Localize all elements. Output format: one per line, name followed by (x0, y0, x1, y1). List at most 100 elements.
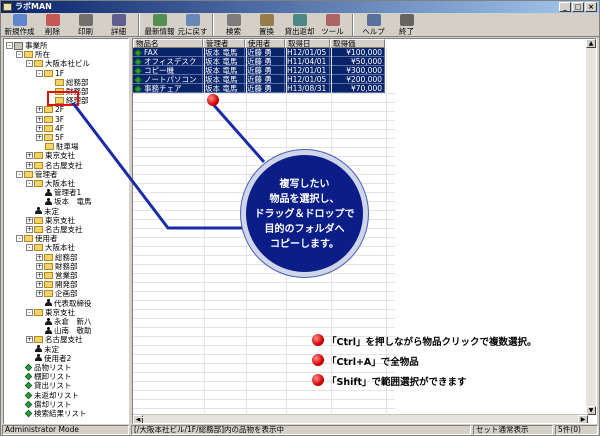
tree-node[interactable]: 代表取締役 (36, 299, 92, 308)
toolbar-button-11[interactable]: 終了 (390, 13, 423, 37)
tree-node[interactable]: 貸出リスト (16, 381, 72, 390)
toolbar-button-1[interactable]: 削除 (36, 13, 69, 37)
tree-node[interactable]: 駐車場 (36, 142, 79, 151)
expand-icon[interactable]: + (36, 115, 43, 123)
expand-icon[interactable]: + (36, 124, 43, 132)
table-row[interactable]: 事務チェア 坂本 竜馬 近藤 勇 H13/08/31 ¥70,000 (133, 84, 385, 93)
tree-node[interactable]: + 名古屋支社 (26, 225, 83, 234)
tree-node[interactable]: 管理者1 (36, 188, 81, 197)
tree-node[interactable]: + 東京支社 (26, 216, 75, 225)
grid-line (133, 156, 395, 157)
toolbar-button-0[interactable]: 新規作成 (3, 13, 36, 37)
table-row[interactable]: オフィスデスク 坂本 竜馬 近藤 勇 H11/04/01 ¥50,000 (133, 57, 385, 66)
table-row[interactable]: ノートパソコン 坂本 竜馬 近藤 勇 H12/01/05 ¥200,000 (133, 75, 385, 84)
status-path: [/大阪本社ビル/1F/総務部]内の品物を表示中 (131, 425, 471, 435)
tree-node[interactable]: 検索結果リスト (16, 409, 87, 418)
expand-icon[interactable]: + (36, 272, 43, 279)
tree-node[interactable]: +5F (36, 133, 64, 142)
tree-node[interactable]: +3F (36, 115, 64, 124)
tree-node[interactable]: 総務部 (46, 78, 89, 87)
tree-node[interactable]: - 所在 (16, 50, 50, 59)
collapse-icon[interactable]: - (6, 42, 13, 49)
collapse-icon[interactable]: - (26, 244, 33, 252)
expand-icon[interactable]: + (36, 290, 43, 298)
grid-line (133, 417, 395, 418)
toolbar-button-label: ツール (321, 27, 344, 36)
tree-node[interactable]: - 事業所 (6, 41, 48, 50)
tree-node[interactable]: +4F (36, 124, 64, 133)
tree-node[interactable]: + 総務部 (36, 253, 78, 262)
item-name: ノートパソコン (144, 75, 197, 84)
tree-node[interactable]: + 財務部 (36, 262, 78, 271)
toolbar-button-5[interactable]: 元に戻す (176, 13, 209, 37)
expand-icon[interactable]: + (26, 216, 33, 224)
tree-node[interactable]: + 名古屋支社 (26, 161, 83, 170)
table-row[interactable]: FAX 坂本 竜馬 近藤 勇 H12/01/05 ¥100,000 (133, 48, 385, 57)
scroll-up-button[interactable]: ▲ (586, 39, 596, 48)
tree-node[interactable]: +2F (36, 105, 64, 114)
expand-icon[interactable]: + (26, 226, 33, 233)
tree-node[interactable]: + 営業部 (36, 271, 78, 280)
tree-node[interactable]: - 大阪本社 (26, 243, 75, 252)
tree-node[interactable]: - 東京支社 (26, 308, 75, 317)
tree-node[interactable]: 山南 敬助 (36, 326, 92, 335)
minimize-button[interactable]: _ (559, 2, 571, 12)
expand-icon[interactable]: + (36, 106, 43, 114)
toolbar-button-4[interactable]: 最新情報 (143, 13, 176, 37)
tree-node[interactable]: 使用者2 (26, 354, 71, 363)
tree-node[interactable]: - 大阪本社 (26, 179, 75, 188)
expand-icon[interactable]: + (26, 161, 33, 169)
collapse-icon[interactable]: - (26, 60, 33, 68)
column-header[interactable]: 使用者 (245, 39, 285, 48)
item-name: オフィスデスク (144, 57, 197, 66)
grid-column-line (204, 48, 205, 422)
tree-node[interactable]: - 1F (36, 69, 64, 78)
expand-icon[interactable]: + (36, 262, 43, 270)
vertical-scrollbar[interactable]: ▲ ▼ (586, 39, 596, 415)
tree-node[interactable]: - 使用者 (16, 234, 58, 243)
close-button[interactable]: × (585, 2, 597, 12)
tree-node[interactable]: 棚卸リスト (16, 372, 72, 381)
tree-node[interactable]: 未返却リスト (16, 391, 79, 400)
collapse-icon[interactable]: - (26, 308, 33, 316)
toolbar-button-8[interactable]: 貸出返却 (283, 13, 316, 37)
column-header[interactable]: 取得日 (285, 39, 330, 48)
column-header[interactable]: 物品名 (133, 39, 203, 48)
tree-node[interactable]: 永倉 新八 (36, 317, 92, 326)
toolbar-button-9[interactable]: ツール (316, 13, 349, 37)
tree-node[interactable]: - 管理者 (16, 170, 58, 179)
tree-node[interactable]: - 大阪本社ビル (26, 59, 90, 68)
table-row[interactable]: コピー機 坂本 竜馬 近藤 勇 H12/01/01 ¥300,000 (133, 66, 385, 75)
toolbar-button-10[interactable]: ヘルプ (357, 13, 390, 37)
column-header[interactable]: 管理者 (203, 39, 245, 48)
collapse-icon[interactable]: - (16, 170, 23, 178)
tree-node[interactable]: 品物リスト (16, 363, 72, 372)
expand-icon[interactable]: + (36, 253, 43, 261)
tree-node[interactable]: + 名古屋支社 (26, 335, 83, 344)
expand-icon[interactable]: + (36, 281, 43, 289)
collapse-icon[interactable]: - (26, 180, 33, 187)
tree-node[interactable]: + 開発部 (36, 280, 78, 289)
collapse-icon[interactable]: - (36, 69, 43, 77)
item-icon (133, 66, 143, 74)
maximize-button[interactable]: □ (572, 2, 584, 12)
tree-node[interactable]: 未定 (26, 345, 59, 354)
scroll-right-button[interactable]: ▶ (578, 415, 588, 423)
column-header[interactable]: 取得価 (330, 39, 385, 48)
tree-node[interactable]: + 企画部 (36, 289, 78, 298)
tree-node[interactable]: 償却リスト (16, 400, 72, 409)
expand-icon[interactable]: + (36, 134, 43, 141)
toolbar-button-2[interactable]: 印刷 (69, 13, 102, 37)
tree-node[interactable]: + 東京支社 (26, 151, 75, 160)
toolbar-button-7[interactable]: 置換 (250, 13, 283, 37)
collapse-icon[interactable]: - (16, 51, 23, 59)
horizontal-scrollbar[interactable]: ◀ ▶ (133, 414, 588, 423)
toolbar-button-6[interactable]: 検索 (217, 13, 250, 37)
expand-icon[interactable]: + (26, 152, 33, 160)
collapse-icon[interactable]: - (16, 235, 23, 243)
tree-node[interactable]: 坂本 竜馬 (36, 197, 92, 206)
tree-node[interactable]: 未定 (26, 207, 59, 216)
toolbar-button-3[interactable]: 詳細 (102, 13, 135, 37)
callout-line: ドラッグ＆ドロップで (254, 209, 355, 220)
expand-icon[interactable]: + (26, 336, 33, 344)
